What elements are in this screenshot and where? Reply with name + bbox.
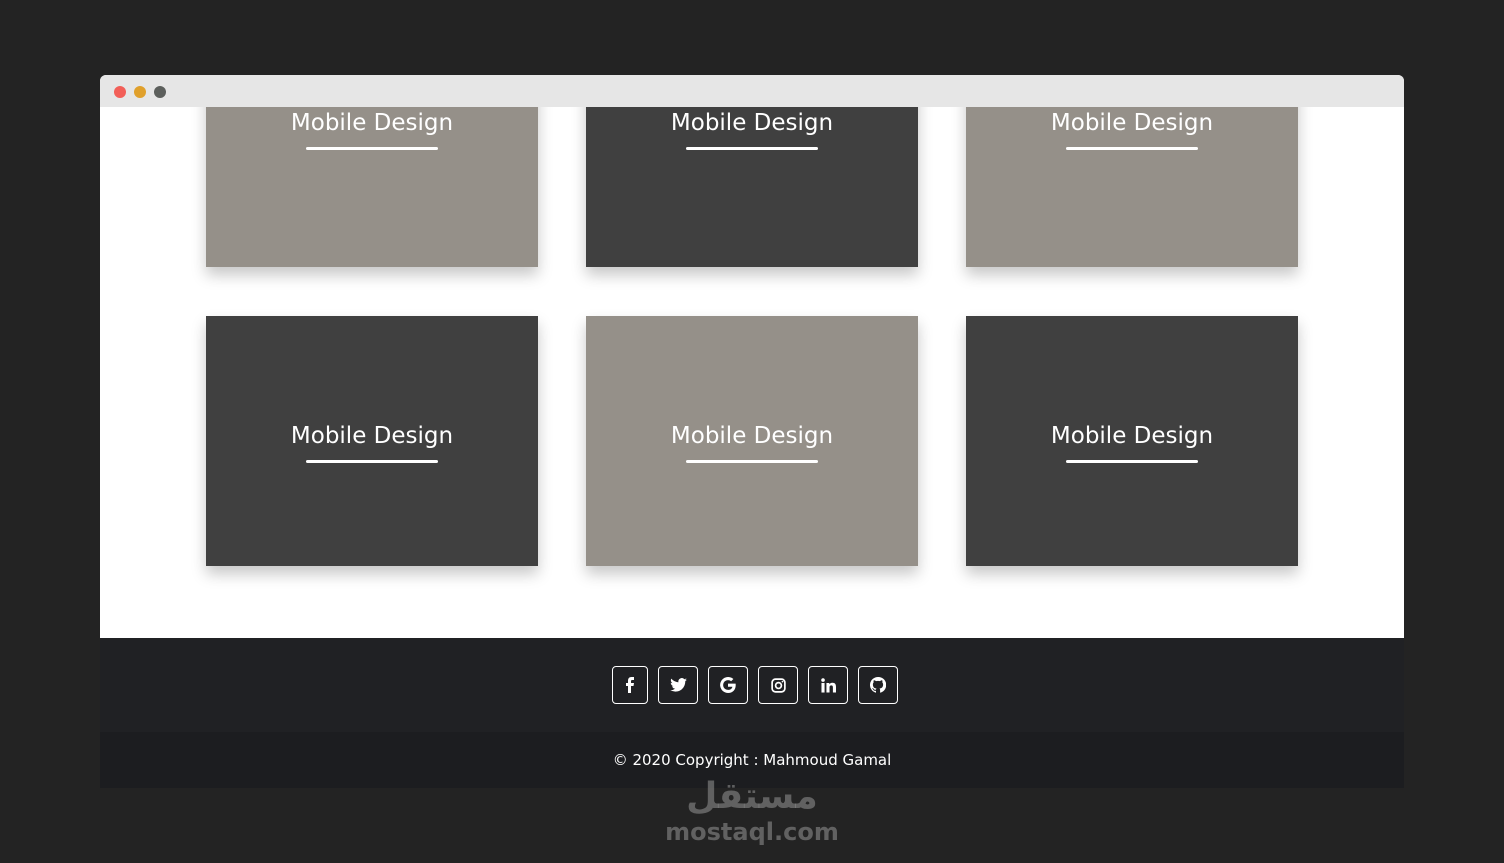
- portfolio-card[interactable]: Mobile Design: [966, 316, 1298, 566]
- browser-window: Mobile Design Mobile Design Mobile Desig…: [100, 75, 1404, 788]
- card-title-underline: [686, 147, 818, 150]
- minimize-window-dot[interactable]: [134, 86, 146, 98]
- facebook-icon: [626, 677, 634, 693]
- social-links: [612, 666, 898, 704]
- linkedin-icon: [820, 677, 836, 693]
- card-title: Mobile Design: [290, 110, 454, 136]
- linkedin-link[interactable]: [808, 666, 848, 704]
- card-title-underline: [1066, 147, 1198, 150]
- window-titlebar: [100, 75, 1404, 107]
- instagram-icon: [770, 677, 786, 693]
- portfolio-card[interactable]: Mobile Design: [586, 316, 918, 566]
- copyright-bar: © 2020 Copyright : Mahmoud Gamal: [100, 732, 1404, 788]
- card-title-underline: [306, 460, 438, 463]
- card-title: Mobile Design: [290, 423, 454, 449]
- twitter-link[interactable]: [658, 666, 698, 704]
- card-title: Mobile Design: [670, 110, 834, 136]
- card-title: Mobile Design: [1050, 423, 1214, 449]
- mostaql-watermark: مستقل mostaql.com: [652, 778, 852, 848]
- card-title-underline: [1066, 460, 1198, 463]
- social-footer: [100, 638, 1404, 732]
- maximize-window-dot[interactable]: [154, 86, 166, 98]
- close-window-dot[interactable]: [114, 86, 126, 98]
- facebook-link[interactable]: [612, 666, 648, 704]
- github-link[interactable]: [858, 666, 898, 704]
- card-title-underline: [686, 460, 818, 463]
- github-icon: [870, 677, 886, 693]
- instagram-link[interactable]: [758, 666, 798, 704]
- portfolio-card[interactable]: Mobile Design: [586, 107, 918, 267]
- portfolio-card[interactable]: Mobile Design: [966, 107, 1298, 267]
- portfolio-card[interactable]: Mobile Design: [206, 316, 538, 566]
- twitter-icon: [669, 678, 687, 692]
- copyright-text: © 2020 Copyright : Mahmoud Gamal: [612, 751, 892, 769]
- portfolio-section: Mobile Design Mobile Design Mobile Desig…: [100, 107, 1404, 638]
- card-title: Mobile Design: [1050, 110, 1214, 136]
- portfolio-card[interactable]: Mobile Design: [206, 107, 538, 267]
- watermark-latin-text: mostaql.com: [665, 818, 839, 846]
- google-link[interactable]: [708, 666, 748, 704]
- google-icon: [720, 677, 736, 693]
- card-title-underline: [306, 147, 438, 150]
- card-title: Mobile Design: [670, 423, 834, 449]
